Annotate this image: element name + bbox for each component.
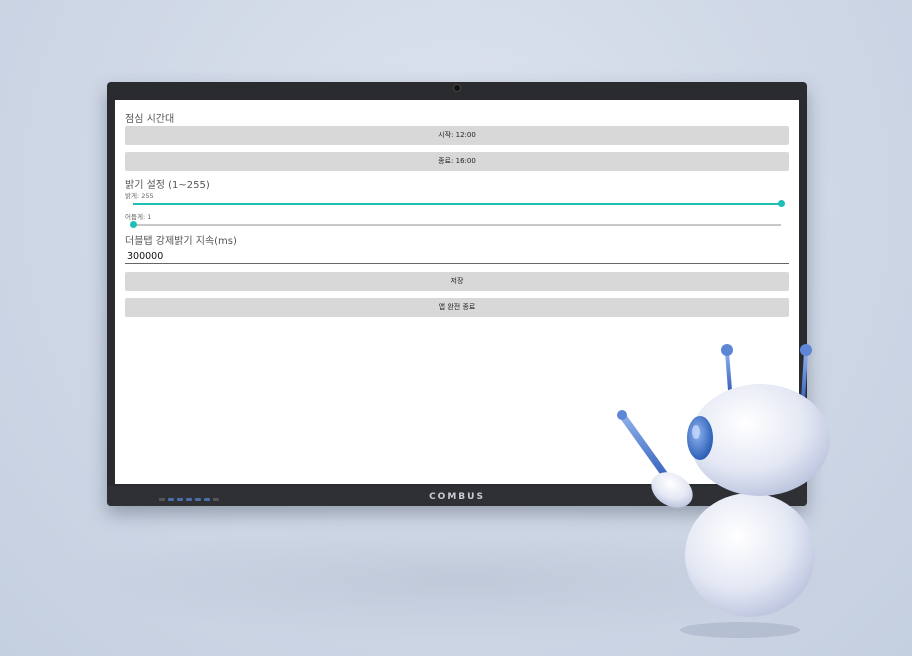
exit-app-button[interactable]: 앱 완전 종료 — [125, 298, 789, 317]
save-button[interactable]: 저장 — [125, 272, 789, 291]
lunch-section-title: 점심 시간대 — [125, 114, 175, 125]
dark-slider[interactable] — [129, 221, 781, 228]
robot-mascot — [617, 344, 830, 638]
brightness-section-title: 밝기 설정 (1~255) — [125, 180, 210, 191]
double-tap-section-title: 더블탭 강제밝기 지속(ms) — [125, 236, 237, 247]
dark-value-label: 어둡게: 1 — [125, 213, 152, 221]
lunch-end-button[interactable]: 종료: 16:00 — [125, 152, 789, 171]
bright-slider-fill — [133, 203, 781, 205]
bright-slider-thumb[interactable] — [777, 200, 785, 207]
double-tap-duration-input[interactable]: 300000 — [125, 249, 789, 264]
bright-slider[interactable] — [133, 200, 785, 207]
camera-icon — [453, 84, 461, 92]
bright-value-label: 밝게: 255 — [125, 192, 154, 200]
lunch-start-button[interactable]: 시작: 12:00 — [125, 126, 789, 145]
dark-slider-thumb[interactable] — [129, 221, 137, 228]
